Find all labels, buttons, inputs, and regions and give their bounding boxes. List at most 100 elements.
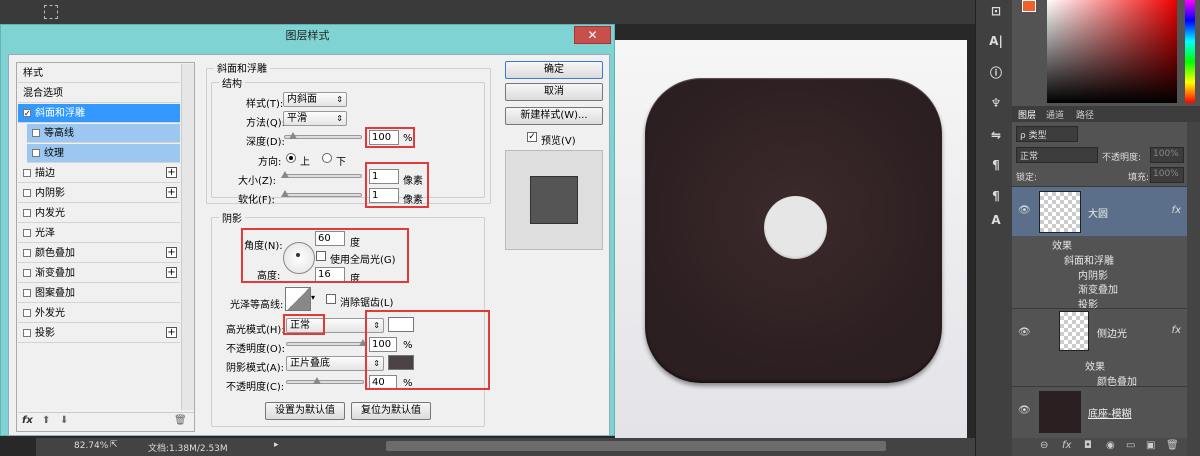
add-style-instance-icon[interactable]: + (166, 187, 177, 198)
cancel-button[interactable]: 取消 (505, 83, 603, 101)
add-style-instance-icon[interactable]: + (166, 267, 177, 278)
bevel-style-select[interactable]: 内斜面 ⇕ (283, 92, 347, 107)
adjust-icon[interactable]: ⇋ (988, 127, 1004, 143)
paragraph-icon[interactable]: ¶ (988, 157, 1004, 173)
size-slider-knob[interactable] (281, 171, 289, 178)
new-layer-icon[interactable]: ▣ (1146, 440, 1155, 451)
style-item-checkbox[interactable] (23, 189, 31, 197)
horizontal-scrollbar[interactable] (386, 441, 886, 451)
swatch-icon[interactable]: A (988, 212, 1004, 228)
highlight-opacity-slider[interactable] (286, 339, 367, 346)
style-item-checkbox[interactable] (23, 329, 31, 337)
style-item-checkbox[interactable] (23, 229, 31, 237)
shape-tool-icon[interactable]: ⊡ (988, 3, 1004, 19)
new-group-icon[interactable]: ▭ (1126, 440, 1135, 451)
add-style-instance-icon[interactable]: + (166, 247, 177, 258)
visibility-eye-icon[interactable]: 👁 (1018, 405, 1031, 416)
share-icon[interactable]: ⇱ (110, 440, 118, 450)
direction-down-radio[interactable] (322, 153, 332, 163)
fill-input[interactable]: 100% (1150, 167, 1184, 183)
style-item[interactable]: 混合选项 (18, 84, 180, 103)
soften-slider[interactable] (281, 190, 362, 197)
style-item[interactable]: 颜色叠加 + (18, 244, 180, 263)
char-style-icon[interactable]: ¶ (988, 188, 1004, 204)
color-picker-field[interactable] (1047, 0, 1177, 103)
layers-scrollbar[interactable] (1187, 122, 1200, 456)
style-item-checkbox[interactable] (23, 289, 31, 297)
style-item[interactable]: 渐变叠加 + (18, 264, 180, 283)
depth-slider[interactable] (284, 132, 362, 139)
add-style-instance-icon[interactable]: + (166, 167, 177, 178)
style-item-checkbox[interactable] (23, 249, 31, 257)
preview-checkbox[interactable]: ✓ (527, 132, 537, 142)
ok-button[interactable]: 确定 (505, 61, 603, 79)
move-up-icon[interactable]: ⬆ (42, 415, 50, 426)
opacity-input[interactable]: 100% (1150, 147, 1184, 163)
zoom-level[interactable]: 82.74% (74, 441, 108, 451)
tab-channels[interactable]: 通道 (1046, 108, 1064, 121)
style-item-checkbox[interactable] (23, 309, 31, 317)
visibility-eye-icon[interactable]: 👁 (1018, 327, 1031, 338)
adjustment-layer-icon[interactable]: ◉ (1106, 440, 1115, 451)
effects-title[interactable]: 效果 (1085, 358, 1105, 373)
foreground-color-swatch[interactable] (1022, 0, 1036, 12)
hue-slider[interactable] (1185, 0, 1195, 103)
link-layers-icon[interactable]: ⊖ (1040, 440, 1048, 451)
direction-up-radio[interactable] (286, 153, 296, 163)
add-style-icon[interactable]: fx (1062, 440, 1071, 451)
style-item[interactable]: 等高线 (27, 124, 180, 143)
style-item[interactable]: ✓ 斜面和浮雕 (18, 104, 180, 123)
antialias-checkbox[interactable] (326, 294, 336, 304)
gloss-contour-picker[interactable] (285, 287, 311, 311)
delete-style-icon[interactable]: 🗑 (174, 415, 187, 426)
layer-effect[interactable]: 内阴影 (1078, 267, 1108, 282)
shadow-opacity-knob[interactable] (313, 377, 322, 384)
style-item-checkbox[interactable] (23, 209, 31, 217)
styles-scrollbar[interactable] (181, 64, 194, 410)
layer-row-side-light[interactable]: 👁 侧边光 fx (1012, 308, 1187, 356)
chevron-down-icon[interactable]: ▾ (311, 293, 315, 302)
layer-name[interactable]: 大圆 (1088, 205, 1108, 220)
move-down-icon[interactable]: ⬇ (60, 415, 68, 426)
style-item-checkbox[interactable]: ✓ (23, 109, 31, 118)
reset-default-button[interactable]: 复位为默认值 (351, 402, 431, 420)
technique-select[interactable]: 平滑 ⇕ (283, 111, 347, 126)
effects-title[interactable]: 效果 (1052, 237, 1072, 252)
depth-slider-knob[interactable] (288, 132, 297, 139)
size-slider[interactable] (281, 171, 362, 178)
style-item-checkbox[interactable] (23, 269, 31, 277)
style-item[interactable]: 纹理 (27, 144, 180, 163)
blend-mode-select[interactable]: 正常 (1016, 147, 1098, 163)
style-item[interactable]: 内发光 (18, 204, 180, 223)
type-tool-icon[interactable]: A| (988, 33, 1004, 49)
layer-row-big-circle[interactable]: 👁 大圆 fx (1012, 186, 1187, 236)
style-item[interactable]: 外发光 (18, 304, 180, 323)
soften-slider-knob[interactable] (281, 190, 289, 197)
style-item-checkbox[interactable] (32, 149, 40, 157)
add-mask-icon[interactable]: ◘ (1084, 440, 1092, 451)
status-arrow-icon[interactable]: ▸ (274, 440, 279, 450)
close-button[interactable]: ✕ (574, 26, 611, 44)
add-style-instance-icon[interactable]: + (166, 327, 177, 338)
layer-row-base-blur[interactable]: 👁 底座-模糊 (1012, 386, 1187, 436)
brush-icon[interactable]: ♆ (988, 95, 1004, 111)
style-item[interactable]: 投影 + (18, 324, 180, 343)
layer-fx-icon[interactable]: fx (1172, 325, 1181, 336)
style-item[interactable]: 光泽 (18, 224, 180, 243)
info-icon[interactable]: ⓘ (988, 65, 1004, 81)
layer-effect[interactable]: 渐变叠加 (1078, 281, 1118, 296)
tab-paths[interactable]: 路径 (1076, 108, 1094, 121)
shadow-opacity-slider[interactable] (286, 377, 364, 384)
delete-layer-icon[interactable]: 🗑 (1166, 440, 1179, 451)
layer-name[interactable]: 底座-模糊 (1088, 405, 1132, 420)
style-item-checkbox[interactable] (32, 129, 40, 137)
layer-fx-icon[interactable]: fx (1172, 205, 1181, 216)
layer-name[interactable]: 侧边光 (1097, 325, 1127, 340)
style-item[interactable]: 样式 (18, 64, 180, 83)
style-item[interactable]: 内阴影 + (18, 184, 180, 203)
visibility-eye-icon[interactable]: 👁 (1018, 205, 1031, 216)
style-item-checkbox[interactable] (23, 169, 31, 177)
new-style-button[interactable]: 新建样式(W)... (505, 107, 603, 125)
layer-effect[interactable]: 斜面和浮雕 (1064, 252, 1114, 267)
marquee-tool-icon[interactable] (44, 5, 58, 19)
